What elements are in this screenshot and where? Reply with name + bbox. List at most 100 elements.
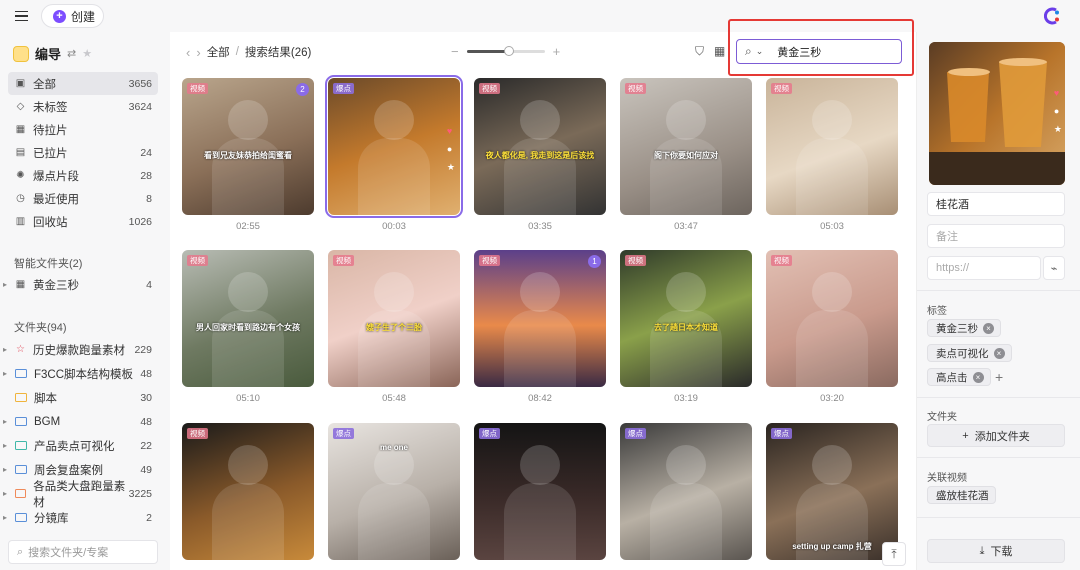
- create-button[interactable]: + 创建: [41, 4, 104, 28]
- remove-tag-icon[interactable]: ×: [983, 322, 994, 334]
- folder-item[interactable]: ▸ 产品卖点可视化 22: [3, 434, 158, 457]
- folder-item[interactable]: 脚本 30: [8, 386, 158, 409]
- expand-arrow-icon[interactable]: ▸: [3, 369, 7, 378]
- smart-folder-item[interactable]: ▸ ▦ 黄金三秒 4: [3, 273, 158, 296]
- breadcrumb-root[interactable]: 全部: [207, 44, 230, 60]
- forward-arrow-icon[interactable]: ›: [196, 45, 200, 60]
- card-caption: setting up camp 扎营: [792, 542, 872, 551]
- thumbnail-figure: [374, 272, 414, 312]
- asset-card[interactable]: 爆点: [474, 423, 606, 560]
- sidebar: 编导 ⇄ ★ ▣ 全部 3656 ◇ 未标签 3624 ▦ 待拉片 ▤ 已拉片 …: [0, 32, 170, 570]
- expand-arrow-icon[interactable]: ▸: [3, 280, 7, 289]
- tag-chip[interactable]: 高点击 ×: [927, 368, 991, 386]
- asset-card[interactable]: 视频 去了趟日本才知道: [620, 250, 752, 387]
- thumbnail-body: [650, 483, 722, 560]
- sidebar-item-count: 28: [140, 169, 152, 182]
- card-caption: me one: [379, 443, 408, 452]
- sidebar-item-all[interactable]: ▣ 全部 3656: [8, 72, 158, 95]
- search-input[interactable]: ⌕ ⌄ 黄金三秒: [736, 39, 902, 64]
- asset-card[interactable]: 视频 2 看到兄友妹恭拍给闺蜜看: [182, 78, 314, 215]
- back-arrow-icon[interactable]: ‹: [186, 45, 190, 60]
- asset-card[interactable]: 视频 男人回家时看到路边有个女孩: [182, 250, 314, 387]
- folder-label: 历史爆款跑量素材: [33, 344, 125, 357]
- star-folder-icon: ☆: [16, 344, 25, 355]
- expand-arrow-icon[interactable]: ▸: [3, 417, 7, 426]
- library-header[interactable]: 编导 ⇄ ★: [13, 44, 92, 63]
- app-logo-icon[interactable]: [1044, 7, 1062, 25]
- asset-card[interactable]: 视频 阁下你要如何应对: [620, 78, 752, 215]
- download-button[interactable]: ⤓ 下载: [927, 539, 1065, 563]
- filter-icon[interactable]: ⛉: [695, 44, 704, 59]
- title-field[interactable]: 桂花酒: [927, 192, 1065, 216]
- asset-card[interactable]: 爆点 me one: [328, 423, 460, 560]
- sidebar-item-recent[interactable]: ◷ 最近使用 8: [8, 187, 158, 210]
- sidebar-item-trash[interactable]: ▥ 回收站 1026: [8, 210, 158, 233]
- grid-view-icon[interactable]: ▦: [714, 44, 725, 59]
- trash-icon: ▥: [15, 216, 26, 227]
- folder-icon: [15, 513, 27, 522]
- add-folder-button[interactable]: + 添加文件夹: [927, 424, 1065, 447]
- thumbnail-figure: [520, 445, 560, 485]
- remove-tag-icon[interactable]: ×: [993, 347, 1005, 359]
- search-icon: ⌕: [745, 44, 752, 58]
- breadcrumb-current: 搜索结果(26): [244, 47, 312, 59]
- add-tag-icon[interactable]: +: [995, 369, 1003, 385]
- sidebar-item-count: 8: [146, 192, 152, 205]
- expand-arrow-icon[interactable]: ▸: [3, 441, 7, 450]
- notes-field[interactable]: 备注: [927, 224, 1065, 248]
- scroll-top-icon[interactable]: ⤒: [882, 542, 906, 566]
- asset-card[interactable]: 视频: [766, 78, 898, 215]
- asset-card[interactable]: 爆点 setting up camp 扎营: [766, 423, 898, 560]
- expand-arrow-icon[interactable]: ▸: [3, 345, 7, 354]
- sidebar-item-label: 已拉片: [33, 147, 68, 160]
- link-icon[interactable]: ⌁: [1043, 256, 1065, 280]
- thumbnail-figure: [666, 445, 706, 485]
- asset-card[interactable]: 视频: [182, 423, 314, 560]
- folder-item[interactable]: ▸ F3CC脚本结构模板 48: [3, 362, 158, 385]
- asset-card[interactable]: 视频 嫂子生了个三胎: [328, 250, 460, 387]
- url-field[interactable]: https://: [927, 256, 1041, 280]
- expand-arrow-icon[interactable]: ▸: [3, 489, 7, 498]
- card-type-tag: 视频: [771, 255, 792, 266]
- expand-arrow-icon[interactable]: ▸: [3, 465, 7, 474]
- card-duration: 00:03: [382, 221, 406, 232]
- zoom-slider-knob[interactable]: [504, 46, 515, 56]
- zoom-in-icon[interactable]: +: [553, 44, 561, 59]
- star-icon[interactable]: ★: [82, 47, 92, 60]
- comment-icon: ●: [446, 144, 453, 154]
- folder-search-input[interactable]: ⌕ 搜索文件夹/专案: [8, 540, 158, 564]
- plus-icon: +: [962, 429, 969, 442]
- folder-item[interactable]: ▸ BGM 48: [3, 410, 158, 433]
- asset-card[interactable]: 爆点: [620, 423, 752, 560]
- asset-card[interactable]: 视频: [766, 250, 898, 387]
- hamburger-menu-icon[interactable]: [10, 6, 34, 26]
- card-type-tag: 视频: [479, 255, 500, 266]
- remove-tag-icon[interactable]: ×: [972, 371, 984, 383]
- sidebar-item-label: 未标签: [33, 101, 68, 114]
- asset-card[interactable]: 爆点 ♥ ● ★: [325, 75, 463, 218]
- heart-icon: ♥: [1053, 88, 1060, 98]
- tag-icon: ◇: [16, 101, 25, 112]
- zoom-out-icon[interactable]: −: [451, 44, 459, 59]
- sidebar-item-done[interactable]: ▤ 已拉片 24: [8, 141, 158, 164]
- asset-card[interactable]: 视频 夜人都化是, 我走到这是后该找: [474, 78, 606, 215]
- asset-card[interactable]: 视频 1: [474, 250, 606, 387]
- zoom-slider[interactable]: [466, 46, 545, 56]
- tag-chip[interactable]: 卖点可视化 ×: [927, 344, 1012, 362]
- switch-library-icon[interactable]: ⇄: [67, 47, 76, 60]
- folder-item[interactable]: ▸ 各品类大盘跑量素材 3225: [3, 481, 158, 509]
- library-icon: [13, 45, 29, 62]
- chevron-down-icon[interactable]: ⌄: [756, 46, 764, 57]
- folder-item[interactable]: ▸ ☆ 历史爆款跑量素材 229: [3, 338, 158, 361]
- preview-thumbnail[interactable]: ♥ ● ★: [929, 42, 1065, 185]
- sidebar-item-highlights[interactable]: ✺ 爆点片段 28: [8, 164, 158, 187]
- view-tools: ⛉ ▦: [695, 44, 725, 59]
- folder-item[interactable]: ▸ 分镜库 2: [3, 506, 158, 529]
- sidebar-item-pending[interactable]: ▦ 待拉片: [8, 118, 158, 141]
- thumbnail-body: [504, 310, 576, 387]
- tag-chip[interactable]: 黄金三秒 ×: [927, 319, 1001, 337]
- expand-arrow-icon[interactable]: ▸: [3, 513, 7, 522]
- sidebar-item-untagged[interactable]: ◇ 未标签 3624: [8, 95, 158, 118]
- related-video-chip[interactable]: 盛放桂花酒: [927, 486, 996, 504]
- sidebar-item-count: 24: [140, 146, 152, 159]
